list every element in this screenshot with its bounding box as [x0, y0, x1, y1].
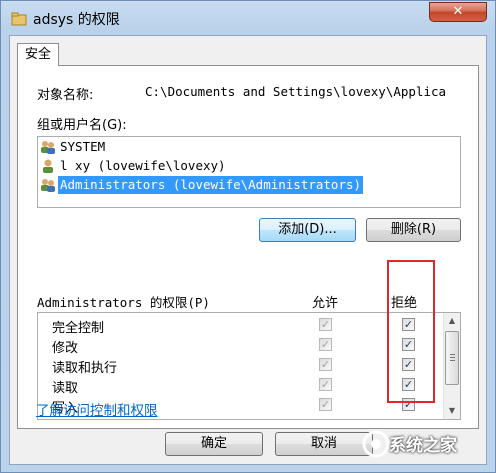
list-item-system[interactable]: SYSTEM — [40, 138, 458, 156]
permissions-dialog: adsys 的权限 ✕ 安全 对象名称: C:\Documents and Se… — [0, 0, 496, 473]
allow-checkbox[interactable]: ✓ — [319, 378, 332, 391]
ok-button[interactable]: 确定 — [165, 432, 263, 456]
tab-security[interactable]: 安全 — [17, 43, 59, 66]
add-button[interactable]: 添加(D)... — [259, 218, 356, 242]
permission-name: 修改 — [52, 341, 79, 356]
permission-name: 完全控制 — [52, 321, 105, 336]
user-name: SYSTEM — [60, 139, 106, 154]
user-list[interactable]: SYSTEM l xy (lovewife\lovexy) Administra… — [37, 136, 461, 208]
user-icon — [43, 159, 53, 173]
window-title: adsys 的权限 — [33, 12, 120, 28]
remove-button[interactable]: 删除(R) — [366, 218, 461, 242]
watermark-icon — [362, 430, 390, 458]
allow-checkbox[interactable]: ✓ — [319, 318, 332, 331]
user-name: l xy (lovewife\lovexy) — [60, 158, 226, 173]
groups-label: 组或用户名(G): — [37, 118, 127, 133]
watermark-logo: 系统之家 — [359, 421, 495, 471]
permission-row-full-control: 完全控制 ✓ ✓ — [38, 315, 442, 336]
allow-checkbox[interactable]: ✓ — [319, 358, 332, 371]
title-bar[interactable]: adsys 的权限 ✕ — [1, 1, 495, 35]
scroll-thumb[interactable] — [445, 331, 459, 385]
scroll-down-icon[interactable]: ▼ — [444, 403, 460, 419]
user-name: Administrators (lovewife\Administrators) — [58, 176, 364, 194]
permissions-header: Administrators 的权限(P) — [37, 295, 210, 310]
allow-checkbox[interactable]: ✓ — [319, 338, 332, 351]
permissions-scrollbar[interactable]: ▲ ▼ — [443, 313, 460, 419]
permission-name: 读取和执行 — [52, 361, 118, 376]
access-control-help-link[interactable]: 了解访问控制和权限 — [36, 399, 158, 419]
permission-row-read: 读取 ✓ ✓ — [38, 375, 442, 396]
list-item-administrators[interactable]: Administrators (lovewife\Administrators) — [40, 176, 458, 194]
users-icon — [41, 179, 55, 192]
close-icon: ✕ — [452, 4, 464, 19]
allow-column-header: 允许 — [312, 296, 339, 311]
close-button[interactable]: ✕ — [429, 2, 487, 22]
list-item-lovexy[interactable]: l xy (lovewife\lovexy) — [40, 157, 458, 175]
deny-column-highlight — [387, 260, 435, 403]
permission-row-read-execute: 读取和执行 ✓ ✓ — [38, 355, 442, 376]
permission-name: 读取 — [52, 381, 79, 396]
allow-checkbox[interactable]: ✓ — [319, 398, 332, 411]
watermark-text: 系统之家 — [389, 436, 457, 456]
object-name-label: 对象名称: — [37, 88, 94, 103]
scroll-up-icon[interactable]: ▲ — [444, 313, 460, 329]
folder-shield-icon — [11, 12, 27, 26]
users-icon — [41, 141, 55, 154]
object-path: C:\Documents and Settings\lovexy\Applica — [145, 84, 447, 99]
permission-row-modify: 修改 ✓ ✓ — [38, 335, 442, 356]
